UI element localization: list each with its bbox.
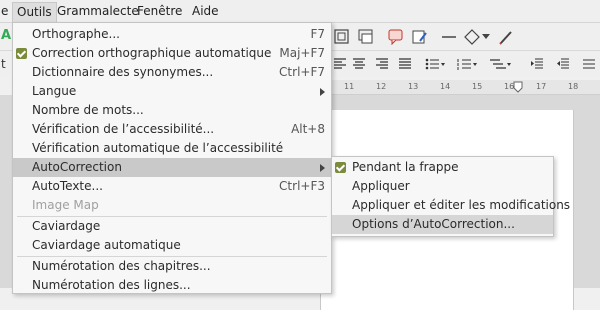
justify-icon[interactable] (398, 57, 412, 71)
numbered-list-icon[interactable] (457, 57, 477, 71)
shapes-dropdown-icon[interactable] (482, 34, 490, 40)
menu-item-label: Vérification automatique de l’accessibil… (32, 141, 284, 155)
ruler-tick: 15 (472, 82, 483, 91)
menu-item-langue[interactable]: Langue (13, 82, 331, 101)
decrease-indent-icon[interactable] (556, 57, 570, 71)
menu-item-nombre-mots[interactable]: Nombre de mots... (13, 101, 331, 120)
submenu-item-appliquer-editer[interactable]: Appliquer et éditer les modifications (332, 196, 570, 215)
ruler-tick: 13 (408, 82, 419, 91)
ruler-tick: 18 (568, 82, 579, 91)
menu-item-shortcut: F7 (310, 27, 325, 41)
ruler-tick: 11 (344, 82, 355, 91)
menu-item-label: Vérification de l’accessibilité... (32, 122, 215, 136)
menubar: e Outils Grammalecte Fenêtre Aide (0, 0, 600, 23)
menu-item-label: Numérotation des lignes... (32, 278, 191, 292)
align-center-icon[interactable] (352, 57, 366, 71)
basic-shapes-icon[interactable] (464, 29, 480, 45)
checkmark-icon (16, 48, 27, 59)
menu-item-label: Correction orthographique automatique (32, 46, 272, 60)
menu-item-verif-accessibilite[interactable]: Vérification de l’accessibilité... Alt+8 (13, 120, 331, 139)
menu-item-correction-auto[interactable]: Correction orthographique automatique Ma… (13, 44, 331, 63)
frame-icon[interactable] (334, 29, 350, 45)
menu-item-label: Image Map (32, 198, 99, 212)
menu-item-label: Dictionnaire des synonymes... (32, 65, 214, 79)
menu-item-label: Caviardage (32, 219, 101, 233)
fields-icon[interactable] (358, 29, 374, 45)
outline-list-icon[interactable] (489, 57, 513, 71)
right-indent-marker[interactable] (513, 81, 523, 93)
submenu-item-appliquer[interactable]: Appliquer (332, 177, 553, 196)
submenu-item-label: Appliquer et éditer les modifications (352, 198, 571, 212)
menu-item-label: AutoCorrection (32, 160, 122, 174)
menu-item-caviardage-auto[interactable]: Caviardage automatique (13, 236, 331, 255)
menu-item-label: Langue (32, 84, 77, 98)
font-color-glyph: A (1, 28, 12, 43)
track-changes-icon[interactable] (412, 29, 428, 45)
menu-item-verif-auto-accessibilite[interactable]: Vérification automatique de l’accessibil… (13, 139, 331, 158)
menu-item-synonymes[interactable]: Dictionnaire des synonymes... Ctrl+F7 (13, 63, 331, 82)
submenu-item-label: Options d’AutoCorrection... (352, 217, 515, 231)
menu-item-shortcut: Ctrl+F7 (279, 65, 325, 79)
menu-item-autocorrection[interactable]: AutoCorrection (13, 158, 331, 177)
menu-outils[interactable]: Outils (12, 2, 57, 22)
ruler-tick: 17 (536, 82, 547, 91)
menu-item-label: Orthographe... (32, 27, 120, 41)
align-left-icon[interactable] (333, 57, 347, 71)
font-name-partial: t (1, 57, 6, 71)
submenu-item-options-autocorrection[interactable]: Options d’AutoCorrection... (332, 215, 553, 234)
submenu-arrow-icon (320, 164, 325, 172)
menu-grammalecte[interactable]: Grammalecte (53, 3, 143, 20)
ruler-tick: 12 (376, 82, 387, 91)
menu-item-label: AutoTexte... (32, 179, 103, 193)
menu-item-shortcut: Alt+8 (291, 122, 325, 136)
menu-item-autotexte[interactable]: AutoTexte... Ctrl+F3 (13, 177, 331, 196)
align-right-icon[interactable] (375, 57, 389, 71)
line-icon[interactable] (440, 29, 458, 45)
checkmark-icon (335, 162, 346, 173)
menu-item-shortcut: Ctrl+F3 (279, 179, 325, 193)
menu-item-shortcut: Maj+F7 (279, 46, 325, 60)
menu-item-orthographe[interactable]: Orthographe... F7 (13, 25, 331, 44)
menu-item-image-map: Image Map (13, 196, 331, 215)
outils-menu: Orthographe... F7 Correction orthographi… (12, 22, 332, 294)
horizontal-ruler[interactable]: 11 12 13 14 15 16 17 18 (330, 80, 600, 95)
menu-edit-partial[interactable]: e (0, 3, 12, 20)
menu-item-label: Caviardage automatique (32, 238, 181, 252)
submenu-item-pendant-frappe[interactable]: Pendant la frappe (332, 158, 553, 177)
autocorrection-submenu: Pendant la frappe Appliquer Appliquer et… (331, 156, 570, 237)
ruler-tick: 14 (440, 82, 451, 91)
menu-aide[interactable]: Aide (188, 3, 223, 20)
menu-item-numerotation-chapitres[interactable]: Numérotation des chapitres... (13, 257, 331, 276)
menu-item-numerotation-lignes[interactable]: Numérotation des lignes... (13, 276, 331, 295)
paragraph-spacing-icon[interactable] (582, 57, 596, 71)
submenu-arrow-icon (320, 88, 325, 96)
increase-indent-icon[interactable] (530, 57, 544, 71)
draw-icon[interactable] (498, 29, 514, 45)
submenu-item-label: Appliquer (352, 179, 410, 193)
bullet-list-icon[interactable] (425, 57, 445, 71)
menu-item-label: Nombre de mots... (32, 103, 144, 117)
submenu-item-label: Pendant la frappe (352, 160, 459, 174)
menu-item-caviardage[interactable]: Caviardage (13, 217, 331, 236)
menu-item-label: Numérotation des chapitres... (32, 259, 211, 273)
menu-fenetre[interactable]: Fenêtre (133, 3, 186, 20)
comment-icon[interactable] (388, 29, 404, 45)
